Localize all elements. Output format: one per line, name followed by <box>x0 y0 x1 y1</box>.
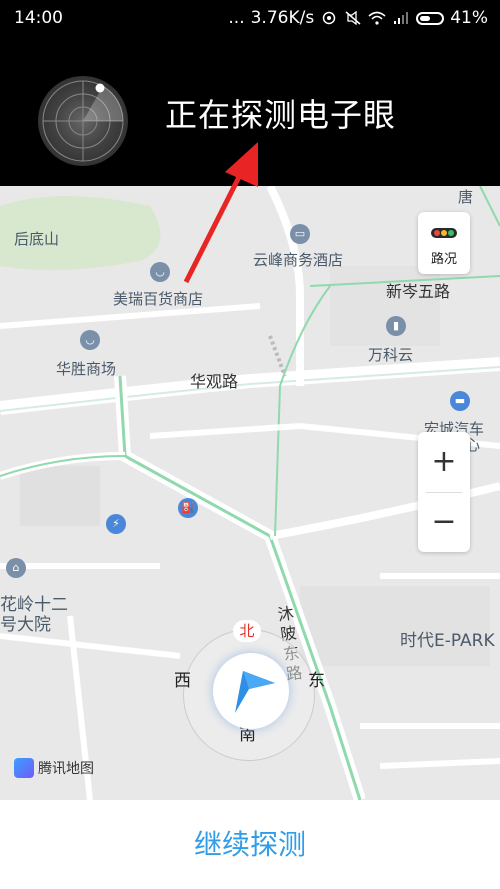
gas-station-icon: ⛽ <box>178 498 198 518</box>
status-icons: ... 3.76K/s 41% <box>228 8 488 28</box>
banner-title: 正在探测电子眼 <box>165 96 397 134</box>
compass-east: 东 <box>308 671 325 691</box>
continue-detect-button[interactable]: 继续探测 <box>0 800 500 889</box>
charging-icon: ⚡ <box>106 514 126 534</box>
traffic-label: 路况 <box>430 252 457 267</box>
compass-north: 北 <box>233 620 261 642</box>
traffic-light-icon <box>431 228 457 238</box>
map-label-houdishan: 后底山 <box>14 230 60 248</box>
compass-west: 西 <box>174 671 191 691</box>
map-label-yunfeng-hotel: 云峰商务酒店 <box>253 251 344 269</box>
wifi-icon <box>368 11 386 25</box>
zoom-control: + − <box>418 432 470 552</box>
map-label-meirui-store: 美瑞百货商店 <box>113 290 204 308</box>
map-view[interactable]: 后底山 ▭ 云峰商务酒店 唐 ◡ 美瑞百货商店 新岑五路 ▮ 万科云 ◡ 华胜商… <box>0 186 500 800</box>
tencent-map-logo-icon <box>14 758 34 778</box>
status-time: 14:00 <box>14 8 63 28</box>
network-speed: 3.76K/s <box>250 8 315 28</box>
signal-icon <box>394 12 409 24</box>
car-icon: ▬ <box>450 391 470 411</box>
status-dots: ... <box>228 8 245 28</box>
mute-icon <box>345 11 361 25</box>
building-icon: ▮ <box>386 316 406 336</box>
map-label-hualing2: 号大院 <box>0 615 51 635</box>
zoom-out-button[interactable]: − <box>418 492 470 552</box>
map-logo-text: 腾讯地图 <box>38 761 94 777</box>
nfc-icon <box>322 11 336 25</box>
hotel-icon: ▭ <box>290 224 310 244</box>
map-label-huaguan-road: 华观路 <box>190 372 239 391</box>
detection-banner: 正在探测电子眼 <box>0 36 500 186</box>
status-bar: 14:00 ... 3.76K/s 41% <box>0 0 500 36</box>
navigation-arrow-icon <box>235 671 275 713</box>
traffic-toggle-button[interactable]: 路况 <box>418 212 470 274</box>
map-logo: 腾讯地图 <box>14 758 94 778</box>
map-label-tang: 唐 <box>458 188 474 206</box>
map-label-vanke: 万科云 <box>368 346 414 364</box>
compass[interactable]: 北 西 东 南 <box>174 620 325 766</box>
map-label-xincen-road: 新岑五路 <box>386 282 451 301</box>
battery-icon <box>416 11 445 25</box>
shopping-icon: ◡ <box>150 262 170 282</box>
map-label-huasheng-market: 华胜商场 <box>56 360 117 378</box>
shopping-icon-2: ◡ <box>80 330 100 350</box>
radar-icon <box>38 76 128 166</box>
residence-icon: ⌂ <box>6 558 26 578</box>
location-marker <box>213 653 289 729</box>
map-label-shidai-epark: 时代E-PARK <box>400 631 495 651</box>
bottom-bar: 继续探测 <box>0 800 500 889</box>
battery-percent: 41% <box>450 8 488 28</box>
zoom-in-button[interactable]: + <box>418 432 470 492</box>
